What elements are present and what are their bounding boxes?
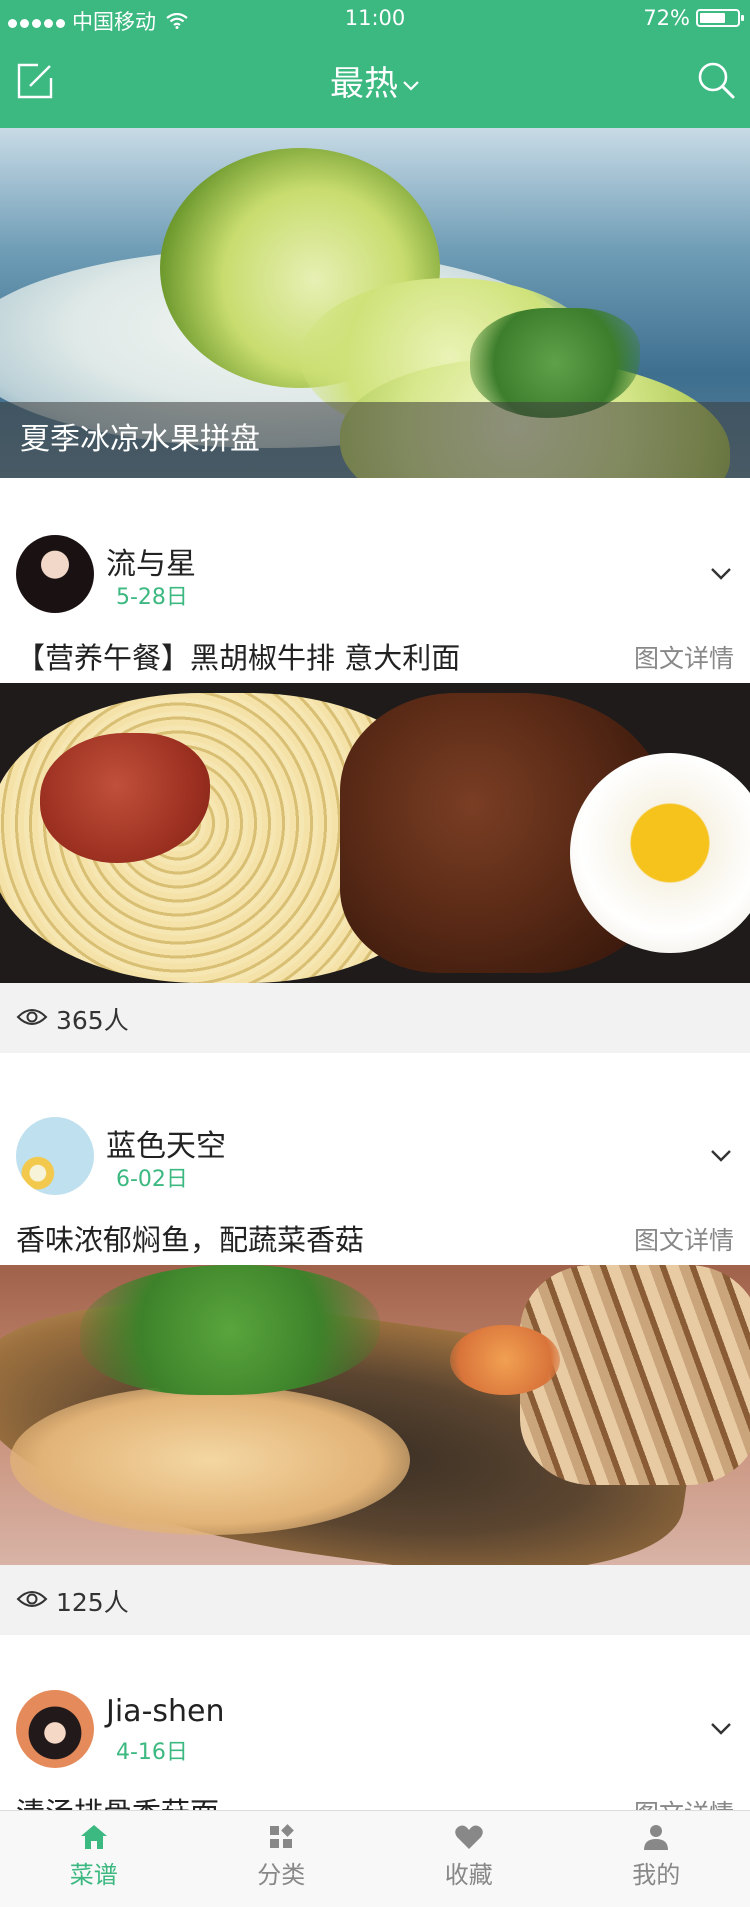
status-right: 72%	[643, 6, 744, 30]
tab-label: 我的	[632, 1861, 681, 1889]
sort-dropdown[interactable]: 最热	[0, 56, 750, 105]
battery-level	[700, 13, 725, 23]
avatar[interactable]	[16, 1690, 94, 1768]
post-footer: 365人	[0, 983, 750, 1053]
hero-banner[interactable]: 夏季冰凉水果拼盘	[0, 128, 750, 478]
status-bar: 中国移动 11:00 72%	[0, 0, 750, 38]
photo-shrimp-art	[450, 1325, 560, 1395]
recipe-title[interactable]: 香味浓郁焖鱼，配蔬菜香菇	[16, 1217, 364, 1259]
photo-fish-belly-art	[10, 1385, 410, 1535]
tab-label: 分类	[257, 1861, 306, 1889]
author-name[interactable]: Jia-shen	[106, 1694, 225, 1729]
search-icon[interactable]	[696, 60, 736, 100]
detail-link[interactable]: 图文详情	[634, 1221, 734, 1257]
navigation-bar: 最热	[0, 38, 750, 128]
recipe-photo[interactable]	[0, 683, 750, 983]
status-time: 11:00	[344, 6, 406, 30]
author-name[interactable]: 蓝色天空	[106, 1121, 226, 1165]
hero-caption: 夏季冰凉水果拼盘	[0, 402, 750, 478]
eye-icon	[16, 1009, 48, 1025]
heart-icon	[454, 1825, 483, 1849]
user-icon	[644, 1825, 669, 1850]
eye-icon	[16, 1591, 48, 1607]
chevron-down-icon[interactable]	[708, 1716, 734, 1742]
chevron-down-icon[interactable]	[708, 1143, 734, 1169]
tab-profile[interactable]: 我的	[563, 1811, 750, 1907]
post-date: 4-16日	[116, 1740, 188, 1765]
view-count: 125人	[56, 1588, 129, 1617]
home-icon	[80, 1825, 107, 1849]
tab-recipes[interactable]: 菜谱	[0, 1811, 188, 1907]
tab-bar: 菜谱 分类 收藏 我的	[0, 1810, 750, 1907]
chevron-down-icon[interactable]	[708, 561, 734, 587]
battery-icon	[696, 9, 744, 27]
page-title: 最热	[330, 64, 398, 104]
post-date: 6-02日	[116, 1167, 188, 1192]
tab-favorites[interactable]: 收藏	[375, 1811, 563, 1907]
avatar[interactable]	[16, 1117, 94, 1195]
tab-categories[interactable]: 分类	[188, 1811, 376, 1907]
battery-percent: 72%	[643, 6, 690, 30]
avatar[interactable]	[16, 535, 94, 613]
recipe-photo[interactable]	[0, 1265, 750, 1565]
view-count: 365人	[56, 1006, 129, 1035]
category-icon	[270, 1824, 295, 1848]
chevron-down-icon	[403, 80, 419, 91]
tab-label: 收藏	[444, 1861, 493, 1889]
detail-link[interactable]: 图文详情	[634, 639, 734, 675]
photo-cilantro-art	[80, 1265, 380, 1395]
recipe-title[interactable]: 【营养午餐】黑胡椒牛排 意大利面	[16, 635, 460, 677]
author-name[interactable]: 流与星	[106, 539, 196, 583]
tab-label: 菜谱	[69, 1861, 118, 1889]
post-footer: 125人	[0, 1565, 750, 1635]
post-date: 5-28日	[116, 585, 188, 610]
